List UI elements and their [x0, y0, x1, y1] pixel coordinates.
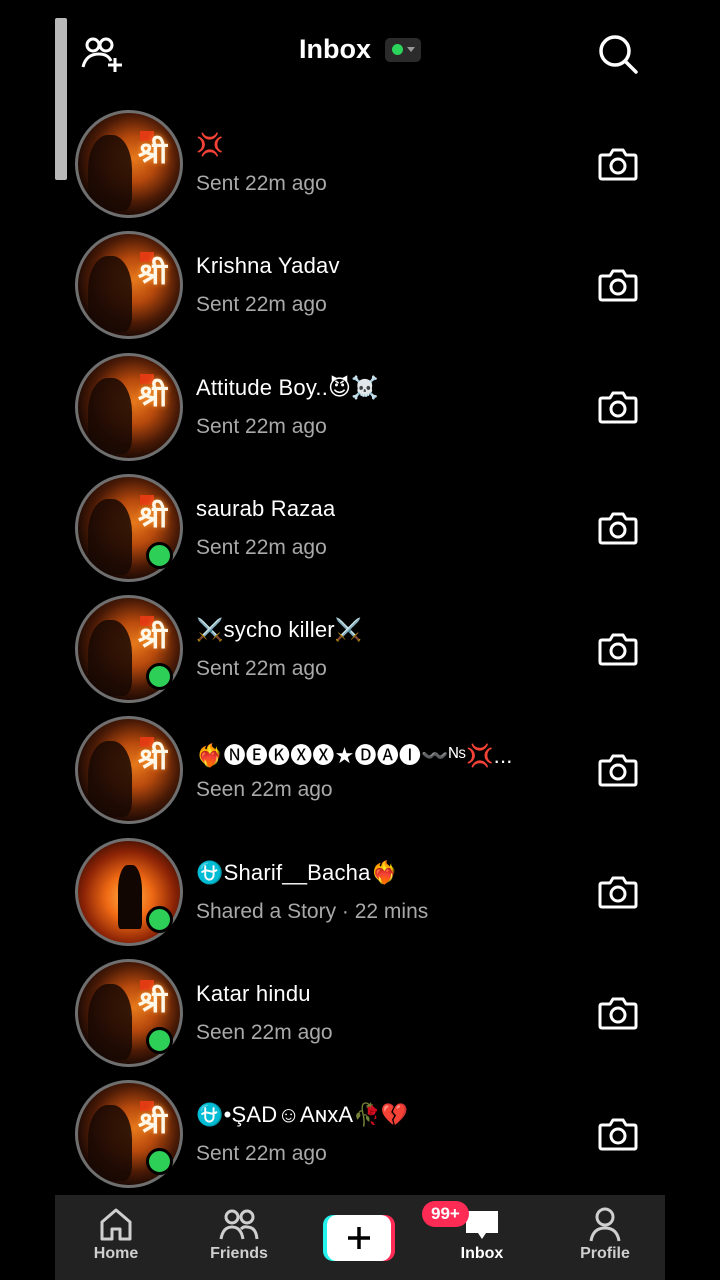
avatar-glyph: श्री — [138, 1106, 168, 1142]
camera-button[interactable] — [598, 1116, 638, 1152]
conversation-name: ⚔️sycho killer⚔️ — [196, 617, 363, 643]
page-title: Inbox — [299, 34, 371, 64]
camera-button[interactable] — [598, 631, 638, 667]
avatar[interactable]: श्री — [75, 231, 183, 340]
camera-button[interactable] — [598, 995, 638, 1031]
conversation-row[interactable]: श्री Katar hindu Seen 22m ago — [0, 953, 720, 1074]
camera-button[interactable] — [598, 874, 638, 910]
conversation-status: Seen 22m ago — [196, 1021, 333, 1045]
conversation-name: Katar hindu — [196, 981, 311, 1007]
camera-icon — [598, 633, 638, 666]
conversation-status: Sent 22m ago — [196, 172, 327, 195]
profile-icon — [589, 1207, 621, 1242]
chevron-down-icon — [406, 47, 415, 52]
conversation-row[interactable]: श्री Krishna Yadav Sent 22m ago — [0, 225, 720, 346]
conversation-status: Sent 22m ago — [196, 657, 327, 681]
nav-inbox-label: Inbox — [460, 1245, 504, 1262]
conversation-name: saurab Razaa — [196, 495, 336, 521]
conversation-name: 💢 — [196, 132, 224, 157]
avatar[interactable]: श्री — [75, 352, 183, 461]
online-indicator — [146, 905, 173, 933]
search-button[interactable] — [596, 32, 640, 76]
avatar-silhouette — [88, 1105, 132, 1182]
nav-profile-label: Profile — [580, 1245, 630, 1262]
inbox-header: Inbox — [0, 0, 720, 108]
avatar-glyph: श्री — [138, 136, 168, 171]
conversation-status: Sent 22m ago — [196, 414, 327, 438]
avatar-silhouette — [88, 135, 132, 211]
conversation-row[interactable]: श्री saurab Razaa Sent 22m ago — [0, 468, 720, 589]
conversation-row[interactable]: श्री ❤️‍🔥🅝🅔🅚🅧🅧★🅓🅐🅘〰️ᴺˢ💢... Seen 22m ago — [0, 710, 720, 831]
conversation-row[interactable]: श्री ⚔️sycho killer⚔️ Sent 22m ago — [0, 589, 720, 710]
avatar-glyph: श्री — [138, 742, 168, 778]
conversation-row[interactable]: श्री ⛎•ŞAD☺AɴxA🥀💔 Sent 22m ago — [0, 1074, 720, 1195]
conversation-name: ⛎Sharif__Bacha❤️‍🔥 — [196, 859, 399, 885]
camera-button[interactable] — [598, 146, 638, 182]
create-button-face — [327, 1215, 391, 1261]
avatar-silhouette — [88, 984, 132, 1061]
inbox-unread-badge: 99+ — [422, 1201, 469, 1227]
camera-button[interactable] — [598, 389, 638, 425]
camera-icon — [598, 754, 638, 787]
activity-status-toggle[interactable] — [385, 37, 421, 62]
avatar-silhouette — [88, 620, 132, 697]
conversation-name: Krishna Yadav — [196, 253, 340, 279]
conversation-row[interactable]: ⛎Sharif__Bacha❤️‍🔥 Shared a Story · 22 mi… — [0, 832, 720, 953]
avatar-glyph: श्री — [138, 499, 168, 535]
avatar-glyph: श्री — [138, 985, 168, 1021]
camera-icon — [598, 148, 638, 181]
search-icon — [599, 35, 638, 74]
bottom-navigation: Home Friends Inbox Profile — [55, 1195, 665, 1280]
conversation-name: ⛎•ŞAD☺AɴxA🥀💔 — [196, 1102, 409, 1128]
camera-icon — [598, 512, 638, 545]
nav-home-label: Home — [93, 1245, 139, 1262]
conversation-status: Shared a Story · 22 mins — [196, 899, 429, 923]
online-status-dot — [391, 44, 403, 55]
conversation-name: Attitude Boy..😈☠️ — [196, 374, 379, 400]
plus-icon — [348, 1227, 370, 1249]
conversation-status: Sent 22m ago — [196, 1142, 327, 1166]
conversation-list: श्री 💢 Sent 22m ago श्री Krishna Yadav Sent 2… — [0, 104, 720, 1196]
avatar[interactable]: श्री — [75, 716, 183, 825]
camera-icon — [598, 391, 638, 424]
avatar[interactable]: श्री — [75, 110, 183, 218]
home-icon — [100, 1208, 132, 1241]
online-indicator — [146, 1148, 173, 1176]
camera-icon — [598, 997, 638, 1030]
camera-button[interactable] — [598, 752, 638, 788]
nav-profile[interactable]: Profile — [550, 1195, 660, 1280]
avatar-silhouette — [88, 741, 132, 818]
avatar-glyph: श्री — [138, 378, 168, 414]
nav-home[interactable]: Home — [61, 1195, 171, 1280]
camera-button[interactable] — [598, 267, 638, 303]
camera-icon — [598, 269, 638, 302]
online-indicator — [146, 1027, 173, 1055]
camera-button[interactable] — [598, 510, 638, 546]
avatar-glyph: श्री — [138, 621, 168, 657]
avatar-silhouette — [88, 498, 132, 575]
camera-icon — [598, 1118, 638, 1151]
camera-icon — [598, 876, 638, 909]
conversation-name: ❤️‍🔥🅝🅔🅚🅧🅧★🅓🅐🅘〰️ᴺˢ💢... — [196, 743, 513, 769]
conversation-status: Sent 22m ago — [196, 535, 327, 559]
avatar-silhouette — [88, 256, 132, 333]
conversation-status: Sent 22m ago — [196, 293, 327, 317]
nav-friends-label: Friends — [210, 1245, 268, 1262]
online-indicator — [146, 663, 173, 691]
avatar-glyph: श्री — [138, 257, 168, 293]
nav-friends[interactable]: Friends — [184, 1195, 294, 1280]
conversation-row[interactable]: श्री 💢 Sent 22m ago — [0, 104, 720, 225]
create-button[interactable] — [323, 1215, 395, 1261]
conversation-status: Seen 22m ago — [196, 778, 333, 802]
warrior-figure — [118, 864, 142, 929]
friends-icon — [219, 1209, 259, 1240]
conversation-row[interactable]: श्री Attitude Boy..😈☠️ Sent 22m ago — [0, 347, 720, 468]
online-indicator — [146, 541, 173, 569]
avatar-silhouette — [88, 377, 132, 454]
